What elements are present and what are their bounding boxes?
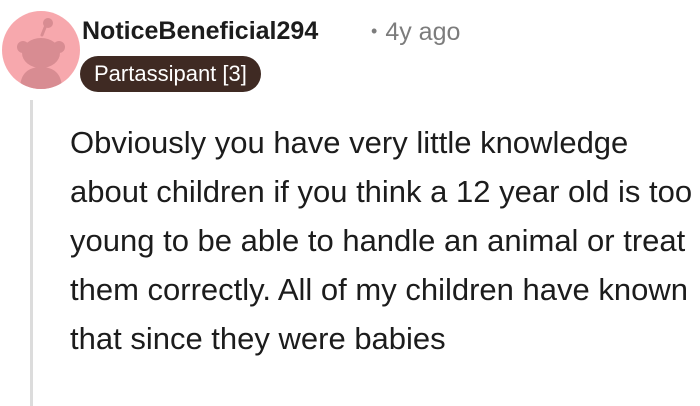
username-link[interactable]: NoticeBeneficial294	[82, 14, 318, 48]
comment-meta: • 4y ago	[371, 14, 460, 49]
meta-separator: •	[371, 21, 378, 41]
comment: NoticeBeneficial294 • 4y ago Partassipant…	[0, 0, 700, 406]
thread-collapse-line[interactable]	[30, 100, 33, 406]
user-flair-badge: Partassipant [3]	[80, 56, 261, 92]
user-avatar[interactable]	[2, 11, 80, 89]
comment-age: 4y ago	[385, 18, 461, 46]
snoo-avatar-icon	[17, 18, 65, 89]
comment-body: Obviously you have very little knowledge…	[70, 125, 693, 356]
